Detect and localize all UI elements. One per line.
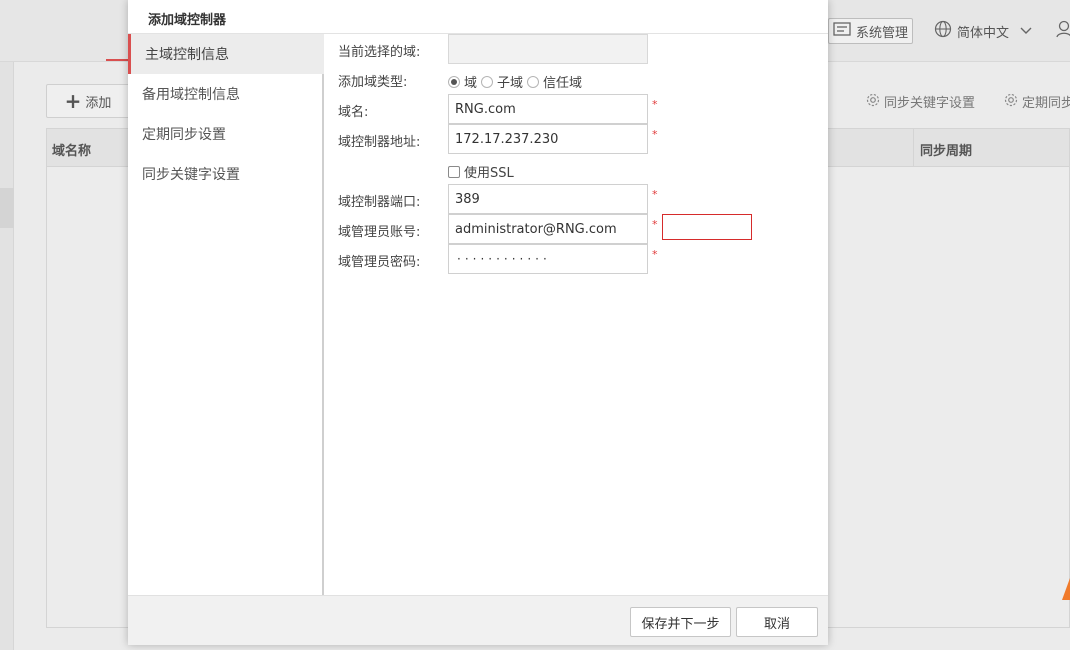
gear-icon [1004,93,1018,111]
required-marker: * [652,218,658,231]
globe-icon [934,20,952,42]
required-marker: * [652,188,658,201]
gear-icon [866,93,880,111]
radio-subdomain[interactable] [481,75,494,88]
domain-name-label: 域名: [338,105,369,120]
dialog-title: 添加域控制器 [148,13,227,28]
radio-domain-label: 域 [464,76,478,91]
scheduled-sync-button[interactable]: 定期同步 [1004,92,1070,111]
tab-label: 同步关键字设置 [142,167,240,183]
add-button[interactable]: + 添加 [46,84,130,118]
column-header-sync-period[interactable]: 同步周期 [920,140,972,159]
radio-trusted-domain[interactable] [527,75,540,88]
admin-account-field[interactable] [448,214,648,244]
radio-trusted-domain-label: 信任域 [543,76,583,91]
domain-type-radio-group: 域 子域 信任域 [448,72,586,91]
language-selector[interactable]: 简体中文 [934,18,1032,44]
tab-primary-controller[interactable]: 主域控制信息 [128,34,324,74]
tab-label: 备用域控制信息 [142,87,240,103]
tab-backup-controller[interactable]: 备用域控制信息 [128,74,324,114]
domain-name-field[interactable] [448,94,648,124]
user-icon [1056,20,1070,42]
tab-label: 定期同步设置 [142,127,226,143]
column-divider [913,129,914,167]
save-and-next-button[interactable]: 保存并下一步 [630,607,731,637]
dialog-tab-list: 主域控制信息 备用域控制信息 定期同步设置 同步关键字设置 [128,34,324,595]
dialog-footer: 保存并下一步 取消 [128,595,828,645]
cancel-button[interactable]: 取消 [736,607,818,637]
controller-address-label: 域控制器地址: [338,135,421,150]
side-nav [0,62,14,650]
active-nav-indicator [106,59,130,61]
add-domain-controller-dialog: 添加域控制器 主域控制信息 备用域控制信息 定期同步设置 同步关键字设置 当前选… [128,0,828,645]
required-marker: * [652,248,658,261]
use-ssl-option[interactable]: 使用SSL [448,162,514,181]
admin-password-field[interactable] [448,244,648,274]
annotation-highlight-box [662,214,752,240]
plus-icon: + [64,89,82,113]
sync-keyword-settings-label: 同步关键字设置 [884,96,976,111]
system-management-button[interactable]: 系统管理 [828,18,913,44]
side-nav-selected [0,188,14,228]
current-domain-field [448,34,648,64]
language-label: 简体中文 [957,25,1010,41]
required-marker: * [652,98,658,111]
system-icon [833,22,851,40]
tab-scheduled-sync[interactable]: 定期同步设置 [128,114,324,154]
scheduled-sync-label: 定期同步 [1022,96,1070,111]
column-header-domain-name[interactable]: 域名称 [52,140,91,159]
add-label: 添加 [85,95,112,111]
domain-type-label: 添加域类型: [338,75,408,90]
radio-subdomain-label: 子域 [497,76,524,91]
controller-port-label: 域控制器端口: [338,195,421,210]
controller-address-field[interactable] [448,124,648,154]
radio-domain[interactable] [448,75,460,88]
warning-marker [1062,578,1070,600]
use-ssl-label: 使用SSL [464,166,514,181]
controller-form: 当前选择的域: 添加域类型: 域 子域 信任域 域名: * 域控制器地址: * … [326,34,828,595]
tab-label: 主域控制信息 [145,47,229,63]
chevron-down-icon [1020,24,1032,39]
required-marker: * [652,128,658,141]
current-domain-label: 当前选择的域: [338,45,421,60]
system-management-label: 系统管理 [856,25,909,41]
controller-port-field[interactable] [448,184,648,214]
sync-keyword-settings-button[interactable]: 同步关键字设置 [866,92,975,111]
user-menu[interactable] [1056,18,1070,44]
tab-sync-keywords[interactable]: 同步关键字设置 [128,154,324,194]
use-ssl-checkbox[interactable] [448,165,460,178]
admin-account-label: 域管理员账号: [338,225,421,240]
admin-password-label: 域管理员密码: [338,255,421,270]
